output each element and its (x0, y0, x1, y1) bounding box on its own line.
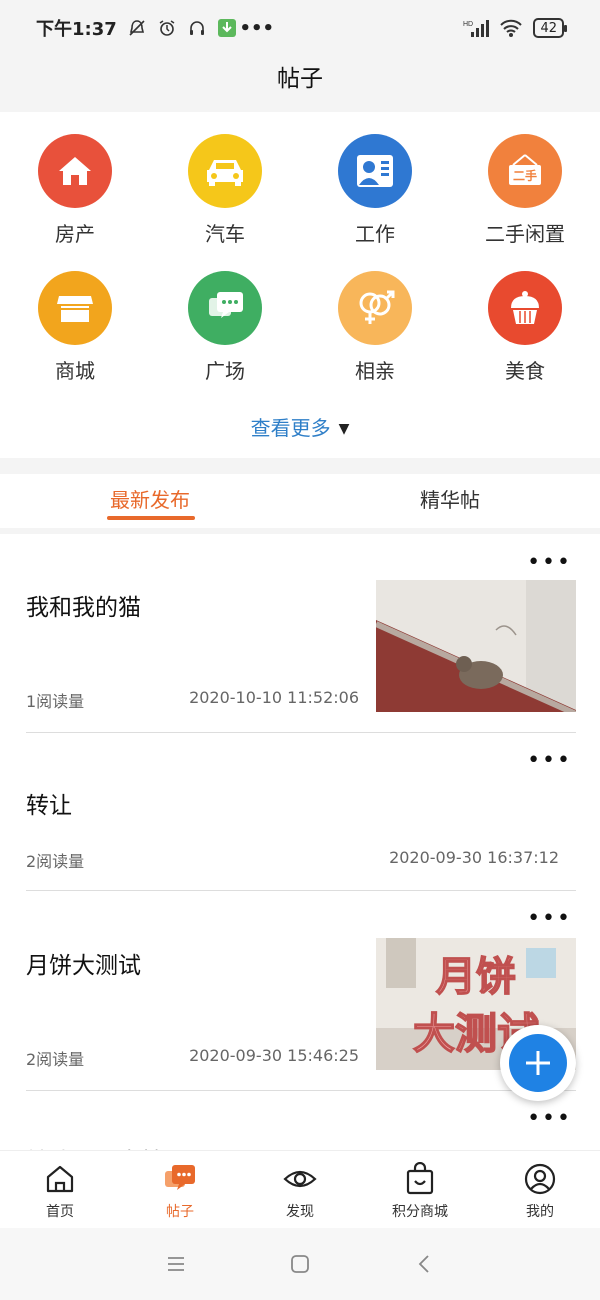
category-store[interactable]: 商城 (0, 271, 150, 384)
hd-signal-icon: HD (463, 18, 490, 38)
eye-icon (282, 1161, 318, 1197)
post-divider (26, 890, 576, 891)
posts-chat-icon (162, 1161, 198, 1197)
system-navigation (0, 1228, 600, 1300)
thumb-text-line1: 月饼 (436, 954, 516, 1000)
wifi-icon (499, 18, 523, 38)
caret-down-icon: ▼ (338, 421, 350, 437)
more-options-icon[interactable]: ••• (527, 552, 572, 574)
page-title: 帖子 (0, 56, 600, 110)
home-button[interactable] (238, 1244, 362, 1284)
menu-lines-icon (168, 1257, 184, 1271)
svg-text:二手: 二手 (513, 168, 537, 183)
mute-icon (127, 18, 147, 38)
shopping-bag-icon (402, 1161, 438, 1197)
plus-icon (526, 1051, 550, 1075)
nav-discover[interactable]: 发现 (240, 1151, 360, 1228)
post-read-count: 2阅读量 (26, 852, 85, 871)
view-more-link[interactable]: 查看更多 ▼ (0, 412, 600, 441)
post-date: 2020-10-10 11:52:06 (189, 688, 359, 707)
back-button[interactable] (362, 1244, 486, 1284)
gender-symbols-icon (338, 271, 412, 345)
category-food[interactable]: 美食 (450, 271, 600, 384)
svg-text:HD: HD (463, 21, 473, 28)
car-icon (188, 134, 262, 208)
category-dating[interactable]: 相亲 (300, 271, 450, 384)
nav-posts[interactable]: 帖子 (120, 1151, 240, 1228)
post-title: 月饼大测试 (26, 953, 141, 979)
status-time: 下午1:37 (36, 19, 117, 40)
post-read-count: 2阅读量 (26, 1050, 85, 1069)
house-icon (38, 134, 112, 208)
post-item[interactable]: ••• 我和我的猫 1阅读量 2020-10-10 11:52:06 (0, 534, 600, 734)
download-icon (217, 18, 237, 38)
post-thumbnail-cat (376, 580, 576, 712)
chat-bubbles-icon (188, 271, 262, 345)
cupcake-icon (488, 271, 562, 345)
category-secondhand[interactable]: 二手 二手闲置 (450, 134, 600, 247)
post-divider (26, 1090, 576, 1091)
category-house[interactable]: 房产 (0, 134, 150, 247)
nav-points-mall[interactable]: 积分商城 (360, 1151, 480, 1228)
more-options-icon[interactable]: ••• (527, 750, 572, 772)
category-car[interactable]: 汽车 (150, 134, 300, 247)
category-square[interactable]: 广场 (150, 271, 300, 384)
square-icon (291, 1255, 309, 1273)
post-title: 转让 (26, 793, 72, 819)
user-icon (522, 1161, 558, 1197)
store-icon (38, 271, 112, 345)
battery-indicator: 42 (533, 18, 567, 38)
post-item[interactable]: ••• 转让 2阅读量 2020-09-30 16:37:12 (0, 734, 600, 892)
add-post-button[interactable] (500, 1025, 576, 1101)
post-date: 2020-09-30 16:37:12 (389, 848, 559, 867)
more-dots-icon: ••• (239, 17, 275, 39)
category-panel: 房产 汽车 工作 二手 二手闲置 商城 广场 相亲 美食 查看更多 ▼ (0, 112, 600, 458)
id-card-icon (338, 134, 412, 208)
post-read-count: 1阅读量 (26, 692, 85, 711)
alarm-icon (157, 18, 177, 38)
home-icon (42, 1161, 78, 1197)
more-options-icon[interactable]: ••• (527, 908, 572, 930)
secondhand-sign-icon: 二手 (488, 134, 562, 208)
category-work[interactable]: 工作 (300, 134, 450, 247)
tab-latest[interactable]: 最新发布 (0, 474, 300, 528)
nav-home[interactable]: 首页 (0, 1151, 120, 1228)
back-chevron-icon (418, 1255, 429, 1273)
nav-profile[interactable]: 我的 (480, 1151, 600, 1228)
more-options-icon[interactable]: ••• (527, 1108, 572, 1130)
feed-tabs: 最新发布 精华帖 (0, 474, 600, 528)
bottom-navigation: 首页 帖子 发现 积分商城 我的 (0, 1150, 600, 1228)
post-divider (26, 732, 576, 733)
menu-button[interactable] (114, 1244, 238, 1284)
post-title: 我和我的猫 (26, 595, 141, 621)
headphones-icon (187, 18, 207, 38)
tab-featured[interactable]: 精华帖 (300, 474, 600, 528)
view-more-label: 查看更多 (250, 416, 331, 440)
post-date: 2020-09-30 15:46:25 (189, 1046, 359, 1065)
status-bar: 下午1:37 ••• HD 42 (0, 0, 600, 56)
